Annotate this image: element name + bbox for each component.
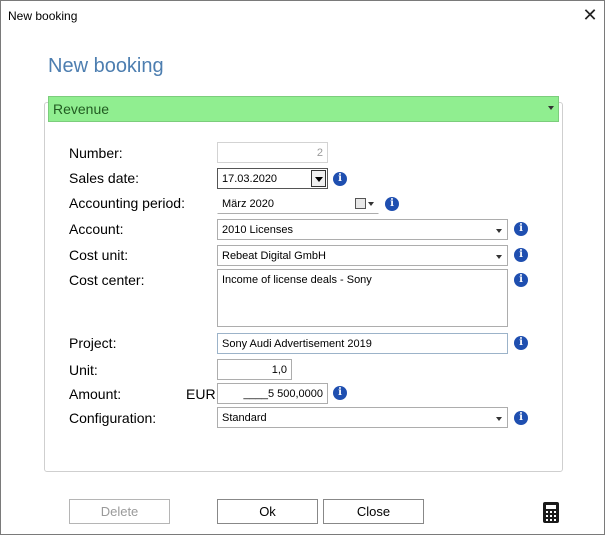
accounting-period-value: März 2020 (222, 198, 274, 210)
configuration-value: Standard (222, 412, 267, 424)
chevron-down-icon (548, 106, 554, 110)
cost-unit-dropdown[interactable]: Rebeat Digital GmbH (217, 245, 508, 266)
info-icon[interactable]: i (514, 222, 528, 236)
info-icon[interactable]: i (514, 336, 528, 350)
project-label: Project: (69, 335, 117, 351)
unit-label: Unit: (69, 362, 98, 378)
booking-type-dropdown[interactable]: Revenue (48, 96, 559, 122)
configuration-label: Configuration: (69, 410, 157, 426)
account-dropdown[interactable]: 2010 Licenses (217, 219, 508, 240)
unit-field[interactable]: 1,0 (217, 359, 292, 380)
number-label: Number: (69, 145, 123, 161)
chevron-down-icon (496, 229, 502, 233)
booking-type-value: Revenue (53, 101, 110, 117)
cost-unit-label: Cost unit: (69, 247, 129, 263)
chevron-down-icon[interactable] (368, 202, 374, 206)
calculator-keys (546, 511, 556, 521)
number-value: 2 (316, 147, 323, 159)
configuration-dropdown[interactable]: Standard (217, 407, 508, 428)
info-icon[interactable]: i (514, 273, 528, 287)
title-bar: New booking ✕ (1, 1, 604, 31)
account-label: Account: (69, 221, 124, 237)
project-field[interactable]: Sony Audi Advertisement 2019 (217, 333, 508, 354)
currency-label: EUR (186, 386, 216, 402)
cost-unit-value: Rebeat Digital GmbH (222, 250, 326, 262)
calendar-icon[interactable] (355, 198, 366, 209)
amount-label: Amount: (69, 386, 122, 402)
cost-center-label: Cost center: (69, 272, 145, 288)
cost-center-value: Income of license deals - Sony (222, 274, 372, 286)
chevron-down-icon (496, 255, 502, 259)
account-value: 2010 Licenses (222, 224, 293, 236)
number-field: 2 (217, 142, 328, 163)
info-icon[interactable]: i (514, 248, 528, 262)
date-dropdown-button[interactable] (311, 170, 326, 187)
calculator-icon[interactable] (543, 502, 559, 523)
info-icon[interactable]: i (514, 411, 528, 425)
info-icon[interactable]: i (333, 172, 347, 186)
close-button[interactable]: Close (323, 499, 424, 524)
info-icon[interactable]: i (385, 197, 399, 211)
ok-button[interactable]: Ok (217, 499, 318, 524)
sales-date-value: 17.03.2020 (222, 173, 278, 185)
calculator-screen (546, 505, 556, 509)
amount-field[interactable]: ____5 500,0000 (217, 383, 328, 404)
unit-value: 1,0 (271, 364, 287, 376)
project-value: Sony Audi Advertisement 2019 (222, 338, 372, 350)
cost-center-textarea[interactable]: Income of license deals - Sony (217, 269, 508, 327)
info-icon[interactable]: i (333, 386, 347, 400)
sales-date-label: Sales date: (69, 170, 140, 186)
dialog-window: New booking ✕ New booking Revenue Number… (0, 0, 605, 535)
delete-button[interactable]: Delete (69, 499, 170, 524)
chevron-down-icon (496, 417, 502, 421)
window-title: New booking (8, 9, 78, 23)
close-icon[interactable]: ✕ (579, 4, 601, 26)
amount-value: ____5 500,0000 (243, 388, 323, 400)
page-title: New booking (48, 55, 164, 77)
accounting-period-label: Accounting period: (69, 195, 185, 211)
sales-date-picker[interactable]: 17.03.2020 (217, 168, 328, 189)
